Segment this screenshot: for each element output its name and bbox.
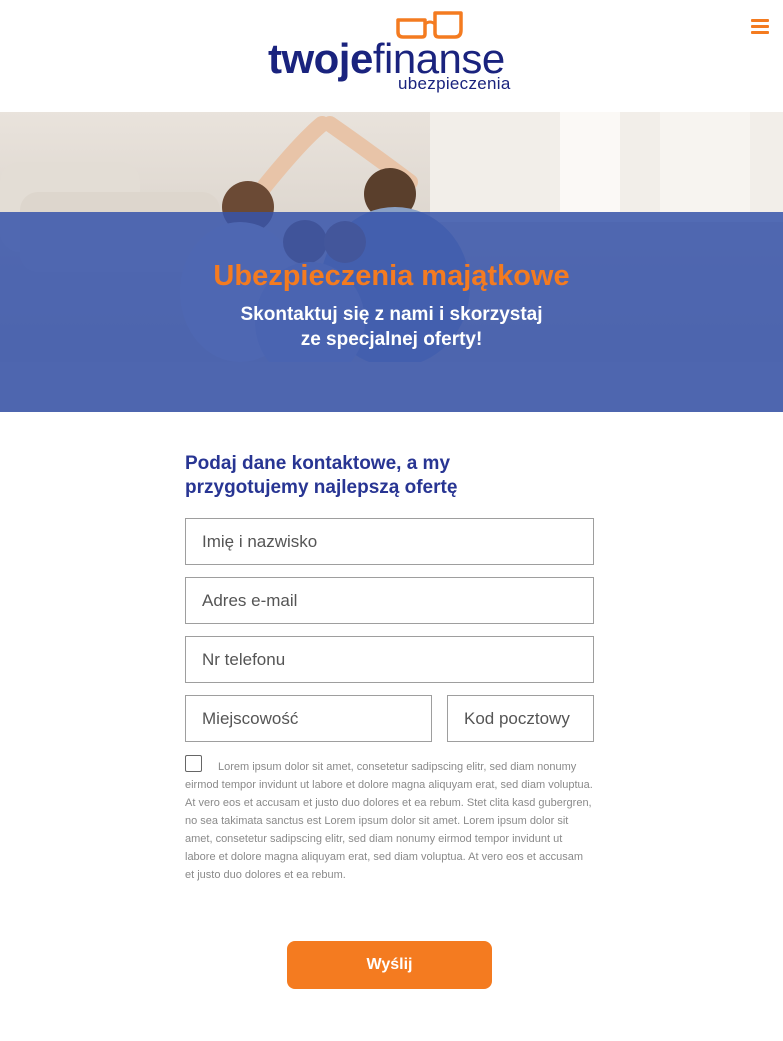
hero-subtitle-line2: ze specjalnej oferty!	[300, 329, 483, 350]
phone-input[interactable]	[186, 637, 593, 682]
hero-banner: Ubezpieczenia majątkowe Skontaktuj się z…	[0, 112, 783, 412]
site-header: twojefinanse ubezpieczenia	[0, 0, 783, 112]
city-field	[185, 695, 432, 742]
name-field	[185, 518, 594, 565]
phone-field	[185, 636, 594, 683]
consent-text: Lorem ipsum dolor sit amet, consetetur s…	[185, 761, 593, 881]
city-input[interactable]	[186, 696, 431, 741]
zip-field	[447, 695, 594, 742]
zip-input[interactable]	[448, 696, 593, 741]
email-field	[185, 577, 594, 624]
logo-subtitle: ubezpieczenia	[398, 74, 511, 93]
brand-logo[interactable]: twojefinanse ubezpieczenia	[268, 10, 518, 100]
form-heading-line2: przygotujemy najlepszą ofertę	[185, 477, 458, 498]
hero-subtitle-line1: Skontaktuj się z nami i skorzystaj	[240, 304, 543, 325]
hero-subtitle: Skontaktuj się z nami i skorzystaj ze sp…	[200, 302, 583, 352]
form-heading-line1: Podaj dane kontaktowe, a my	[185, 453, 451, 474]
submit-button[interactable]: Wyślij	[287, 941, 492, 989]
hero-title: Ubezpieczenia majątkowe	[213, 260, 570, 292]
form-heading: Podaj dane kontaktowe, a my przygotujemy…	[185, 452, 605, 500]
email-input[interactable]	[186, 578, 593, 623]
hamburger-menu-icon[interactable]	[749, 17, 771, 37]
logo-bold-text: twoje	[268, 35, 373, 82]
name-input[interactable]	[186, 519, 593, 564]
